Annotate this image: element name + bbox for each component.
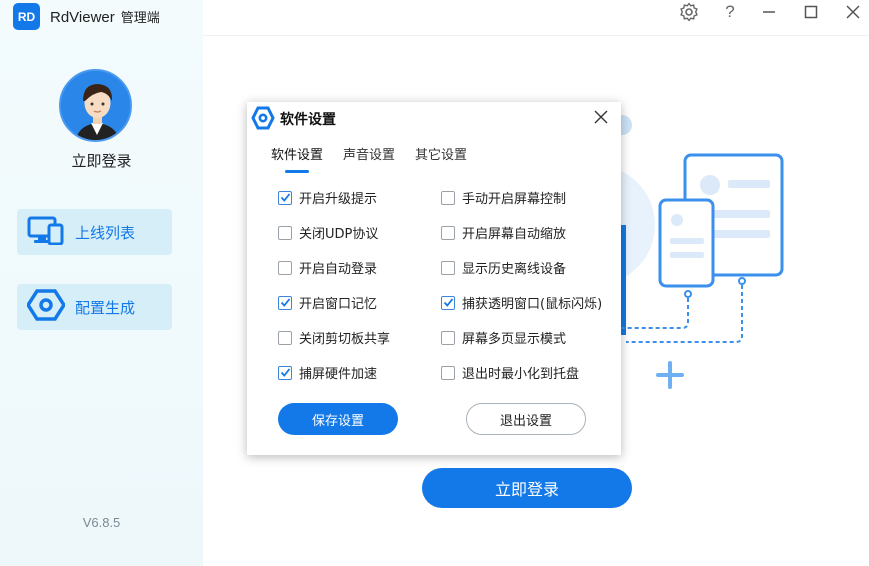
option-auto-login[interactable]: 开启自动登录 bbox=[278, 258, 377, 277]
option-label: 退出时最小化到托盘 bbox=[462, 367, 580, 382]
option-label: 关闭剪切板共享 bbox=[299, 332, 391, 347]
maximize-icon[interactable] bbox=[799, 0, 823, 24]
checkbox[interactable] bbox=[278, 225, 292, 240]
option-multi-page-display[interactable]: 屏幕多页显示模式 bbox=[441, 328, 566, 347]
sidebar-item-label: 上线列表 bbox=[75, 223, 136, 242]
avatar-illustration bbox=[61, 71, 130, 140]
checkbox[interactable] bbox=[441, 260, 455, 275]
settings-dialog: 软件设置 软件设置 声音设置 其它设置 开启升级提示 手动开启屏幕控制 关闭UD… bbox=[247, 102, 621, 455]
tab-software-settings[interactable]: 软件设置 bbox=[271, 144, 323, 173]
option-label: 手动开启屏幕控制 bbox=[462, 192, 567, 207]
app-name: RdViewer bbox=[50, 9, 115, 26]
checkbox[interactable] bbox=[278, 330, 292, 345]
option-capture-transparent-window[interactable]: 捕获透明窗口(鼠标闪烁) bbox=[441, 293, 602, 312]
option-manual-screen-control[interactable]: 手动开启屏幕控制 bbox=[441, 188, 566, 207]
app-logo: RD bbox=[13, 3, 40, 30]
tab-sound-settings[interactable]: 声音设置 bbox=[343, 144, 395, 173]
exit-settings-button[interactable]: 退出设置 bbox=[466, 403, 586, 435]
hexagon-gear-icon bbox=[251, 106, 275, 130]
option-minimize-to-tray[interactable]: 退出时最小化到托盘 bbox=[441, 363, 579, 382]
sidebar-login-link[interactable]: 立即登录 bbox=[0, 150, 203, 171]
main-login-button[interactable]: 立即登录 bbox=[422, 468, 632, 508]
checkbox[interactable] bbox=[278, 365, 292, 380]
sidebar-item-config-generate[interactable]: 配置生成 bbox=[17, 284, 172, 330]
hexagon-gear-icon bbox=[25, 289, 67, 325]
sidebar-item-online-list[interactable]: 上线列表 bbox=[17, 209, 172, 255]
checkbox[interactable] bbox=[441, 330, 455, 345]
close-icon[interactable] bbox=[841, 0, 865, 24]
app-title: RdViewer 管理端 bbox=[50, 7, 160, 26]
dialog-title: 软件设置 bbox=[280, 112, 336, 128]
checkbox[interactable] bbox=[441, 190, 455, 205]
tab-other-settings[interactable]: 其它设置 bbox=[415, 144, 467, 173]
dialog-close-icon[interactable] bbox=[591, 107, 611, 127]
checkbox[interactable] bbox=[278, 295, 292, 310]
option-label: 捕屏硬件加速 bbox=[299, 367, 378, 382]
settings-tabs: 软件设置 声音设置 其它设置 bbox=[271, 144, 487, 173]
minimize-icon[interactable] bbox=[757, 0, 781, 24]
option-hardware-acceleration[interactable]: 捕屏硬件加速 bbox=[278, 363, 377, 382]
option-label: 开启屏幕自动缩放 bbox=[462, 227, 567, 242]
user-avatar[interactable] bbox=[59, 69, 132, 142]
sidebar-item-label: 配置生成 bbox=[75, 298, 136, 317]
option-label: 显示历史离线设备 bbox=[462, 262, 567, 277]
option-label: 关闭UDP协议 bbox=[299, 227, 379, 242]
checkbox[interactable] bbox=[278, 260, 292, 275]
option-label: 开启窗口记忆 bbox=[299, 297, 378, 312]
save-settings-button[interactable]: 保存设置 bbox=[278, 403, 398, 435]
settings-icon[interactable] bbox=[677, 0, 701, 24]
option-label: 开启升级提示 bbox=[299, 192, 378, 207]
option-screen-auto-scale[interactable]: 开启屏幕自动缩放 bbox=[441, 223, 566, 242]
option-label: 捕获透明窗口(鼠标闪烁) bbox=[462, 297, 603, 312]
option-label: 开启自动登录 bbox=[299, 262, 378, 277]
checkbox[interactable] bbox=[441, 225, 455, 240]
checkbox[interactable] bbox=[441, 295, 455, 310]
checkbox[interactable] bbox=[441, 365, 455, 380]
app-window: RD RdViewer 管理端 立即登录 上线列表 配置生成 V6.8.5 ? … bbox=[0, 0, 869, 566]
option-disable-clipboard-share[interactable]: 关闭剪切板共享 bbox=[278, 328, 390, 347]
version-label: V6.8.5 bbox=[82, 515, 121, 530]
option-upgrade-prompt[interactable]: 开启升级提示 bbox=[278, 188, 377, 207]
checkbox[interactable] bbox=[278, 190, 292, 205]
option-label: 屏幕多页显示模式 bbox=[462, 332, 567, 347]
option-disable-udp[interactable]: 关闭UDP协议 bbox=[278, 223, 378, 242]
title-divider bbox=[203, 35, 869, 36]
sidebar: RD RdViewer 管理端 立即登录 上线列表 配置生成 V6.8.5 bbox=[0, 0, 203, 566]
option-window-memory[interactable]: 开启窗口记忆 bbox=[278, 293, 377, 312]
help-icon[interactable]: ? bbox=[718, 0, 742, 24]
devices-icon bbox=[27, 215, 65, 249]
app-role: 管理端 bbox=[120, 11, 160, 26]
option-show-offline-devices[interactable]: 显示历史离线设备 bbox=[441, 258, 566, 277]
